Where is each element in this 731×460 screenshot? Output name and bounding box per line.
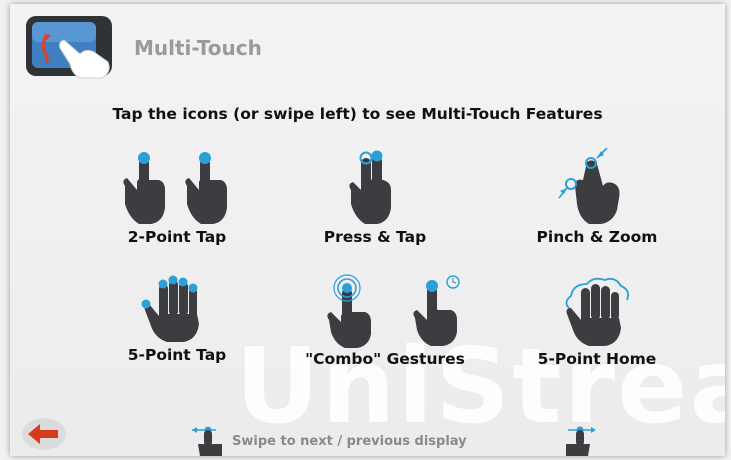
feature-combo-gestures[interactable]: "Combo" Gestures bbox=[290, 274, 480, 368]
combo-gestures-icon bbox=[327, 274, 460, 348]
five-point-home-icon bbox=[565, 277, 630, 346]
feature-label: "Combo" Gestures bbox=[305, 350, 465, 368]
feature-pinch-and-zoom[interactable]: Pinch & Zoom bbox=[502, 146, 692, 246]
app-title: Multi-Touch bbox=[134, 36, 262, 60]
swipe-left-hand-icon bbox=[190, 422, 230, 456]
back-button[interactable] bbox=[20, 416, 68, 452]
press-and-tap-icon bbox=[349, 150, 391, 224]
feature-2-point-tap[interactable]: 2-Point Tap bbox=[82, 146, 272, 246]
multi-touch-screen: UniStream Multi-Touch Tap the icons (or … bbox=[10, 4, 725, 456]
feature-5-point-home[interactable]: 5-Point Home bbox=[502, 274, 692, 368]
feature-5-point-tap[interactable]: 5-Point Tap bbox=[82, 274, 272, 364]
back-arrow-icon bbox=[22, 418, 66, 450]
swipe-right-hand-icon bbox=[558, 422, 598, 456]
two-point-tap-icon bbox=[123, 152, 227, 224]
five-point-tap-icon bbox=[141, 275, 199, 342]
feature-label: 5-Point Home bbox=[537, 350, 657, 368]
swipe-hint-text: Swipe to next / previous display bbox=[232, 434, 467, 449]
feature-label: Press & Tap bbox=[323, 228, 427, 246]
instruction-text: Tap the icons (or swipe left) to see Mul… bbox=[112, 105, 603, 123]
feature-press-and-tap[interactable]: Press & Tap bbox=[280, 146, 470, 246]
multi-touch-app-icon[interactable] bbox=[24, 14, 116, 80]
feature-label: 2-Point Tap bbox=[127, 228, 227, 246]
feature-label: Pinch & Zoom bbox=[536, 228, 658, 246]
feature-label: 5-Point Tap bbox=[127, 346, 227, 364]
pinch-and-zoom-icon bbox=[558, 147, 620, 224]
